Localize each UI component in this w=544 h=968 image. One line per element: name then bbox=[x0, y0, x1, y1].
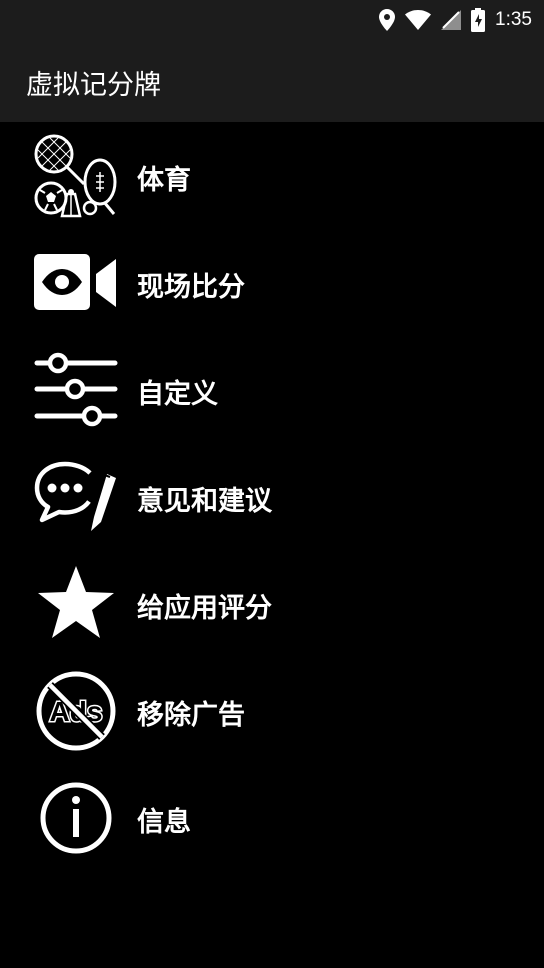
menu-item-sports[interactable]: 体育 bbox=[0, 122, 544, 229]
menu-item-feedback[interactable]: 意见和建议 bbox=[0, 443, 544, 550]
live-video-icon bbox=[34, 241, 118, 325]
sliders-icon bbox=[34, 348, 118, 432]
star-icon bbox=[34, 562, 118, 646]
app-bar: 虚拟记分牌 bbox=[0, 40, 544, 122]
menu-item-label: 移除广告 bbox=[137, 700, 245, 731]
status-time: 1:35 bbox=[495, 9, 532, 30]
sports-equipment-icon bbox=[34, 134, 118, 218]
menu-item-remove-ads[interactable]: Ads 移除广告 bbox=[0, 657, 544, 764]
main-menu: 体育 现场比分 自定义 意见和建议 给应用评分 移除广告 信息 bbox=[0, 122, 544, 871]
status-icons: 1:35 bbox=[379, 6, 532, 34]
menu-item-label: 自定义 bbox=[137, 379, 218, 410]
app-title: 虚拟记分牌 bbox=[26, 70, 161, 101]
feedback-chat-pencil-icon bbox=[34, 455, 118, 539]
menu-item-live-score[interactable]: 现场比分 bbox=[0, 229, 544, 336]
no-sim-icon bbox=[441, 10, 462, 30]
info-icon bbox=[34, 776, 118, 860]
status-bar: 1:35 bbox=[0, 0, 544, 40]
no-ads-icon: Ads bbox=[34, 669, 118, 753]
menu-item-label: 现场比分 bbox=[137, 272, 245, 303]
menu-item-label: 意见和建议 bbox=[137, 486, 272, 517]
menu-item-label: 体育 bbox=[137, 165, 191, 196]
battery-icon bbox=[471, 8, 486, 32]
menu-item-rate-app[interactable]: 给应用评分 bbox=[0, 550, 544, 657]
menu-item-customize[interactable]: 自定义 bbox=[0, 336, 544, 443]
menu-item-label: 信息 bbox=[137, 807, 191, 838]
menu-item-info[interactable]: 信息 bbox=[0, 764, 544, 871]
wifi-icon bbox=[405, 10, 432, 30]
menu-item-label: 给应用评分 bbox=[137, 593, 272, 624]
location-icon bbox=[379, 9, 396, 31]
